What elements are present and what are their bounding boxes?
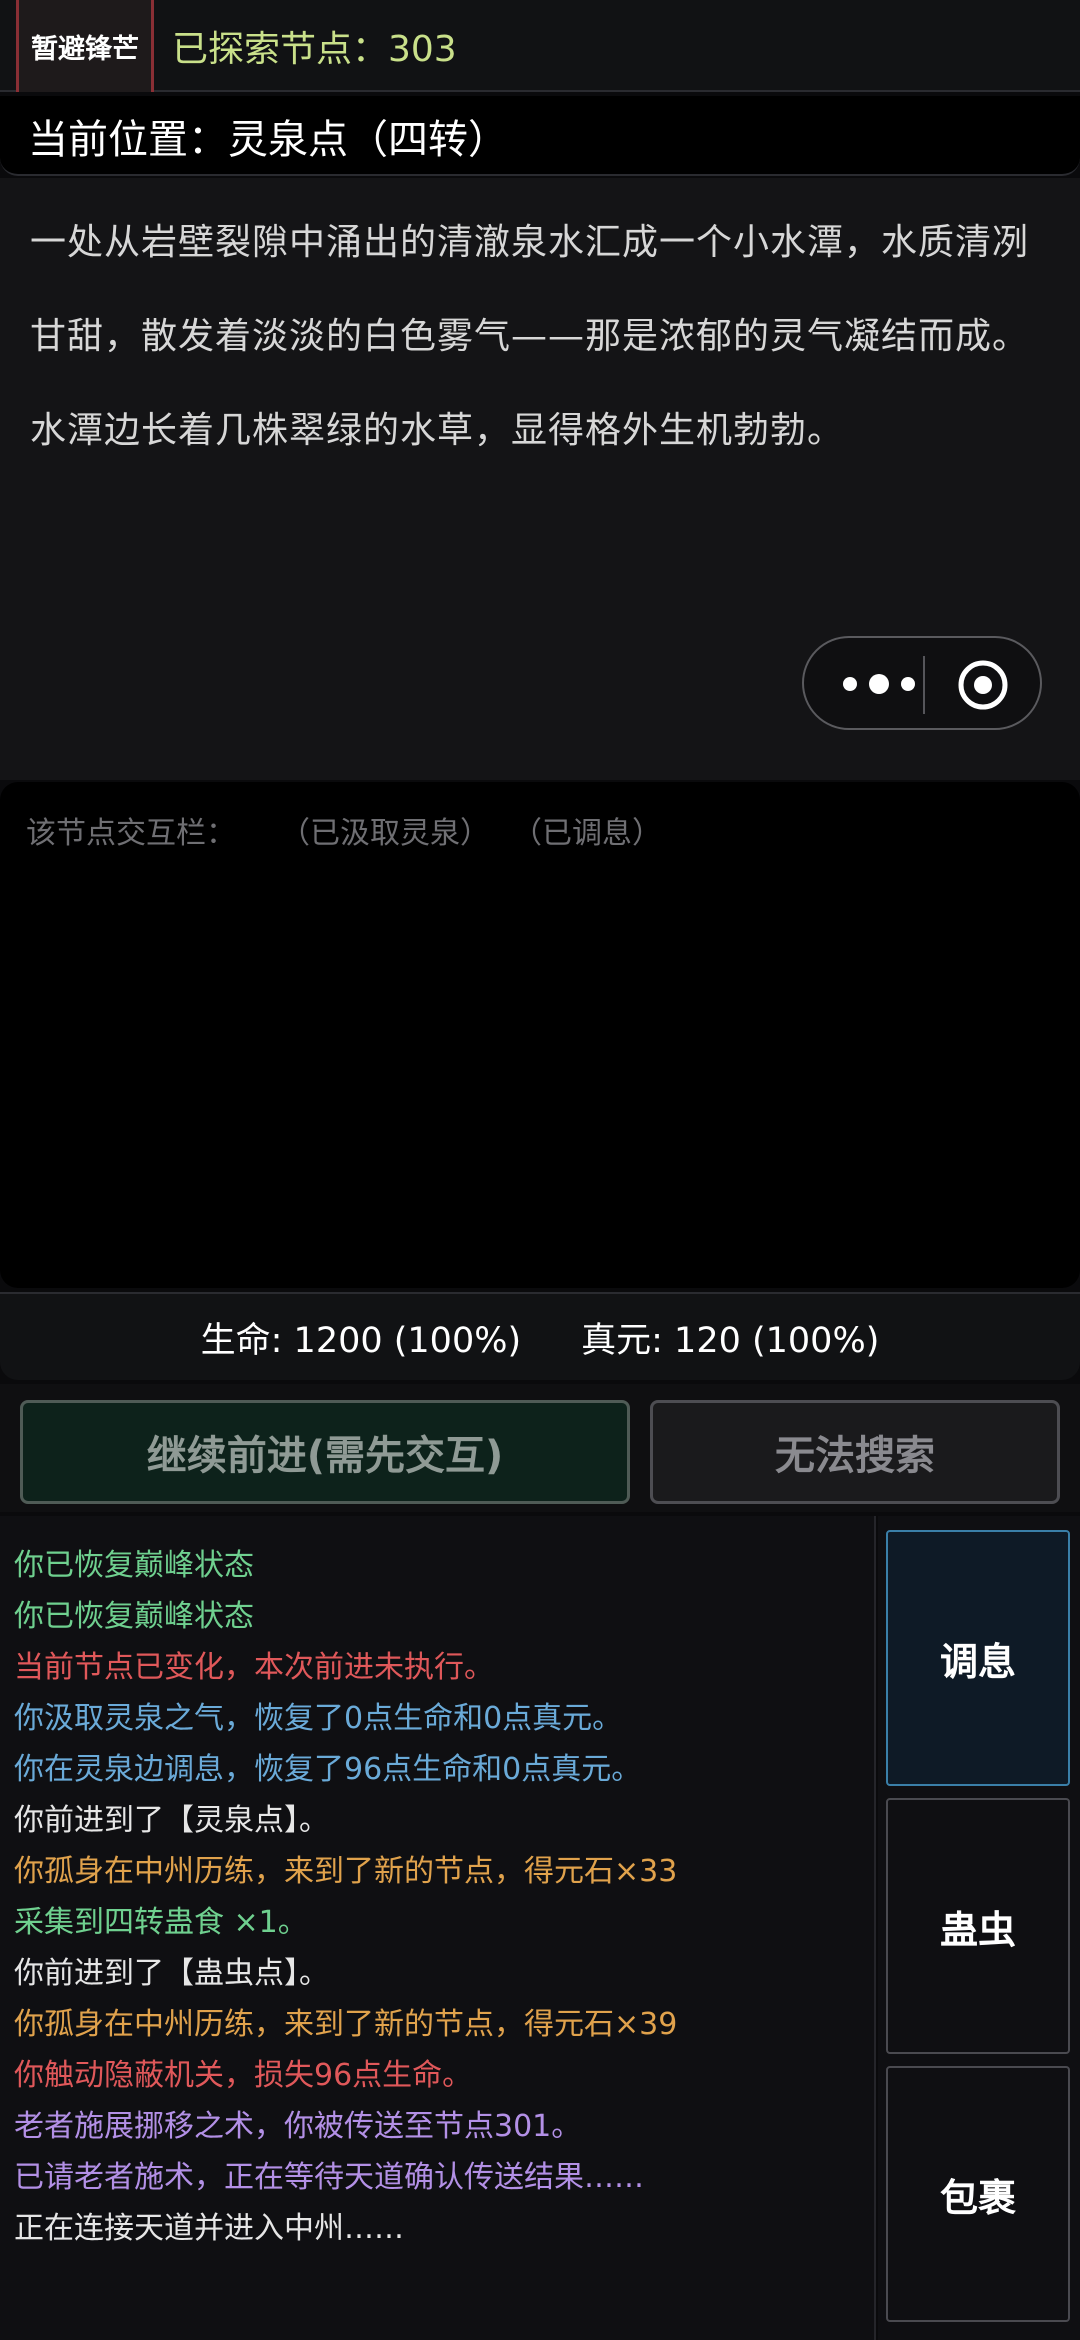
log-line: 你孤身在中州历练，来到了新的节点，得元石×39 — [14, 2007, 678, 2042]
side-menu: 调息 蛊虫 包裹 — [878, 1516, 1080, 2340]
rest-button[interactable]: 调息 — [886, 1530, 1070, 1786]
interaction-tag-rest[interactable]: （已调息） — [512, 808, 662, 852]
gu-worm-button[interactable]: 蛊虫 — [886, 1798, 1070, 2054]
mp-stat: 真元: 120 (100%) — [581, 1320, 880, 1361]
log-line: 老者施展挪移之术，你被传送至节点301。 — [14, 2109, 582, 2144]
interaction-tag-spring[interactable]: （已汲取灵泉） — [280, 808, 490, 852]
log-line: 采集到四转蛊食 ×1。 — [14, 1905, 308, 1940]
log-line: 你已恢复巅峰状态 — [14, 1599, 254, 1634]
log-line: 正在连接天道并进入中州…… — [14, 2211, 404, 2246]
inventory-button[interactable]: 包裹 — [886, 2066, 1070, 2322]
mini-program-capsule — [802, 636, 1042, 730]
node-description: 一处从岩壁裂隙中涌出的清澈泉水汇成一个小水潭，水质清冽甘甜，散发着淡淡的白色雾气… — [30, 222, 1030, 451]
log-line: 当前节点已变化，本次前进未执行。 — [14, 1650, 494, 1685]
log-line: 你触动隐蔽机关，损失96点生命。 — [14, 2058, 473, 2093]
interaction-panel: 该节点交互栏： （已汲取灵泉） （已调息） — [0, 782, 1080, 1288]
interaction-label: 该节点交互栏： — [26, 816, 236, 851]
location-bar: 当前位置：灵泉点（四转） — [0, 96, 1080, 176]
current-location: 当前位置：灵泉点（四转） — [28, 117, 508, 163]
more-dots-icon[interactable] — [834, 666, 924, 702]
action-row: 继续前进(需先交互) 无法搜索 — [0, 1384, 1080, 1512]
flee-button[interactable]: 暂避锋芒 — [16, 0, 154, 92]
log-line: 你孤身在中州历练，来到了新的节点，得元石×33 — [14, 1854, 678, 1889]
game-screen: 暂避锋芒 已探索节点：303 当前位置：灵泉点（四转） 一处从岩壁裂隙中涌出的清… — [0, 0, 1080, 2340]
capsule-divider — [923, 656, 925, 714]
explored-counter: 已探索节点：303 — [172, 29, 457, 70]
log-line: 你已恢复巅峰状态 — [14, 1548, 254, 1583]
log-line: 你前进到了【蛊虫点】。 — [14, 1956, 329, 1991]
log-line: 你在灵泉边调息，恢复了96点生命和0点真元。 — [14, 1752, 642, 1787]
log-line: 你汲取灵泉之气，恢复了0点生命和0点真元。 — [14, 1701, 623, 1736]
message-log[interactable]: 你已恢复巅峰状态 你已恢复巅峰状态当前节点已变化，本次前进未执行。你汲取灵泉之气，… — [0, 1516, 876, 2340]
hp-stat: 生命: 1200 (100%) — [200, 1320, 522, 1361]
search-button[interactable]: 无法搜索 — [650, 1400, 1060, 1504]
log-line: 你前进到了【灵泉点】。 — [14, 1803, 329, 1838]
stats-bar: 生命: 1200 (100%) 真元: 120 (100%) — [0, 1292, 1080, 1380]
top-bar: 暂避锋芒 已探索节点：303 — [0, 0, 1080, 92]
target-circle-icon[interactable] — [956, 658, 1010, 712]
continue-forward-button[interactable]: 继续前进(需先交互) — [20, 1400, 630, 1504]
log-line: 已请老者施术，正在等待天道确认传送结果…… — [14, 2160, 644, 2195]
